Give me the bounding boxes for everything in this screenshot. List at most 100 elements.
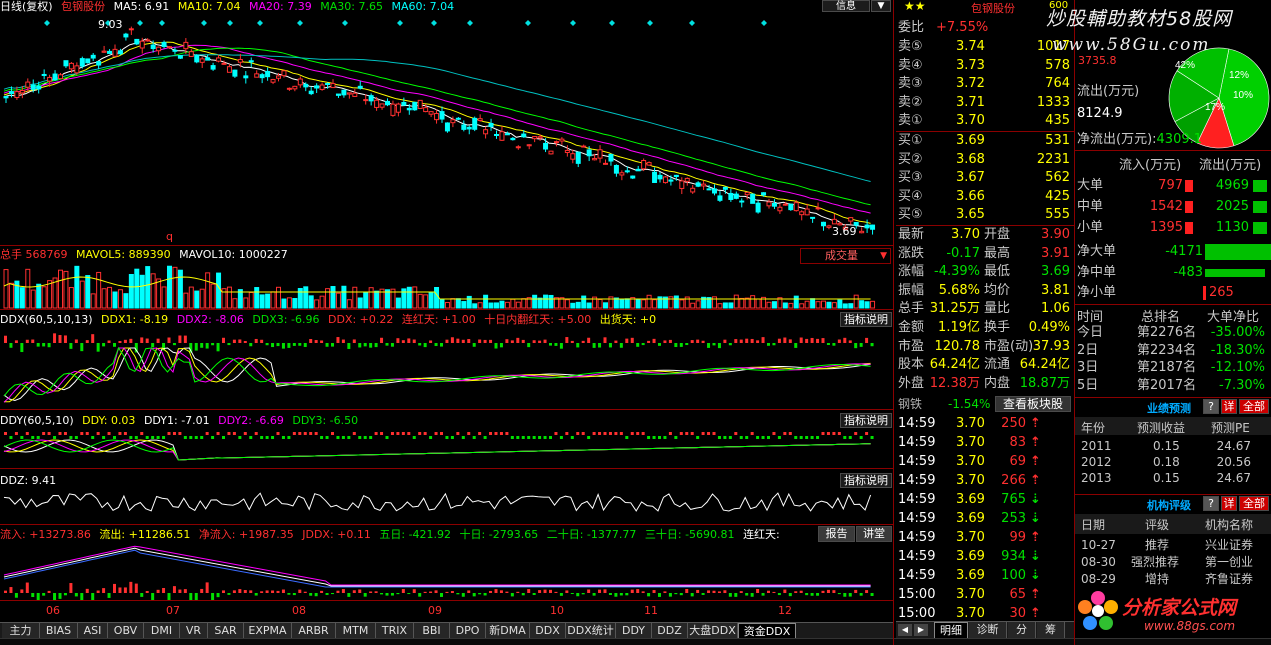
tab-11[interactable]: BBI bbox=[414, 623, 450, 639]
ddx-bar bbox=[31, 339, 35, 343]
buy-volume: 425 bbox=[1045, 188, 1070, 204]
ddy-bar bbox=[750, 432, 754, 435]
tab-chips[interactable]: 筹 bbox=[1037, 622, 1065, 638]
ddy-bar bbox=[156, 436, 160, 439]
ddy-bar bbox=[189, 436, 193, 439]
candle-body bbox=[36, 85, 42, 90]
tab-1[interactable]: BIAS bbox=[40, 623, 78, 639]
rating-help-label: ? bbox=[1208, 497, 1214, 510]
ddy-bar bbox=[859, 436, 863, 439]
volume-bar bbox=[205, 272, 211, 309]
ddx-bar bbox=[647, 340, 651, 343]
flow-bar bbox=[570, 593, 574, 595]
ddy-bar bbox=[788, 432, 792, 435]
ddx-bar bbox=[696, 339, 700, 343]
ddz-panel[interactable]: DDZ: 9.41 指标说明 bbox=[0, 469, 893, 524]
scroll-left-button[interactable]: ◀ bbox=[898, 624, 912, 636]
tab-3[interactable]: OBV bbox=[108, 623, 144, 639]
ddy-bar bbox=[810, 436, 814, 439]
tab-8[interactable]: ARBR bbox=[292, 623, 336, 639]
ddx-bar bbox=[450, 337, 454, 343]
ddx-bar bbox=[658, 343, 661, 346]
flow-bar bbox=[118, 587, 122, 593]
ddy-bar bbox=[222, 436, 225, 439]
forecast-detail-button[interactable]: 详 bbox=[1221, 399, 1237, 414]
tab-2[interactable]: ASI bbox=[78, 623, 108, 639]
candle-body bbox=[788, 203, 794, 211]
tab-13[interactable]: 新DMA bbox=[486, 623, 530, 639]
view-sector-button[interactable]: 查看板块股 bbox=[995, 396, 1071, 412]
rank-time: 2日 bbox=[1077, 342, 1099, 358]
scroll-right-button[interactable]: ▶ bbox=[914, 624, 928, 636]
forecast-all-button[interactable]: 全部 bbox=[1239, 399, 1269, 414]
tab-15[interactable]: DDX统计 bbox=[566, 623, 616, 639]
tab-5[interactable]: VR bbox=[180, 623, 208, 639]
tab-minute[interactable]: 分 bbox=[1008, 622, 1036, 638]
volume-bar bbox=[335, 292, 341, 309]
tab-19[interactable]: 资金DDX bbox=[738, 623, 796, 639]
ddx-bar bbox=[707, 343, 711, 348]
flow-bar bbox=[96, 590, 100, 593]
ddz-line bbox=[3, 492, 872, 512]
ma-line bbox=[3, 44, 871, 214]
quote-stock-name: 包钢股份 bbox=[971, 2, 1015, 15]
tab-detail[interactable]: 明细 bbox=[934, 622, 968, 638]
flow-panel[interactable]: 流入: +13273.86 流出: +11286.51 净流入: +1987.3… bbox=[0, 525, 893, 600]
flow-bar bbox=[341, 589, 345, 593]
volume-bar bbox=[406, 286, 412, 309]
tab-label: 资金DDX bbox=[743, 625, 791, 638]
tab-16[interactable]: DDY bbox=[616, 623, 652, 639]
tick-row: 14:59 3.69 765 ⇣ bbox=[896, 490, 1074, 509]
kline-panel[interactable]: 日线(复权) 包钢股份 MA5: 6.91 MA10: 7.04 MA20: 7… bbox=[0, 0, 893, 245]
ddy-bar bbox=[598, 432, 602, 435]
ddx-bar bbox=[325, 343, 329, 347]
volume-bar bbox=[139, 274, 145, 309]
ddx-bar bbox=[434, 343, 438, 347]
rating-detail-button[interactable]: 详 bbox=[1221, 496, 1237, 511]
tab-diagnose[interactable]: 诊断 bbox=[969, 622, 1007, 638]
ddx-bar bbox=[816, 338, 820, 343]
forecast-help-button[interactable]: ? bbox=[1203, 399, 1219, 414]
forecast-table: 年份 预测收益 预测PE 2011 0.15 24.67 2012 0.18 20.56 2… bbox=[1075, 417, 1271, 492]
ddy-bar bbox=[287, 436, 291, 439]
tab-6[interactable]: SAR bbox=[208, 623, 244, 639]
ddx-bar bbox=[80, 343, 84, 352]
ddy-bar bbox=[227, 432, 231, 435]
outflow-label: 流出(万元) bbox=[1077, 84, 1140, 99]
volume-panel[interactable]: 总手 568769 MAVOL5: 889390 MAVOL10: 100022… bbox=[0, 246, 893, 309]
tab-0[interactable]: 主力 bbox=[2, 623, 40, 639]
ddx-bar bbox=[756, 340, 760, 343]
tab-17[interactable]: DDZ bbox=[652, 623, 688, 639]
ddy-bar bbox=[118, 432, 122, 435]
ddy-bar bbox=[478, 432, 482, 435]
ddx-bar bbox=[178, 335, 182, 343]
rating-all-button[interactable]: 全部 bbox=[1239, 496, 1269, 511]
ddx-bar bbox=[870, 343, 874, 347]
net-row: 净小单 265 bbox=[1075, 283, 1271, 303]
flow-bar bbox=[690, 593, 694, 597]
ddx-panel[interactable]: DDX(60,5,10,13) DDX1: -8.19 DDX2: -8.06 … bbox=[0, 310, 893, 409]
tab-14[interactable]: DDX bbox=[530, 623, 566, 639]
volume-bar bbox=[145, 266, 151, 309]
flow-row-in: 1395 bbox=[1149, 220, 1183, 235]
candle-body bbox=[346, 92, 352, 95]
candle-body bbox=[488, 122, 494, 128]
tab-10[interactable]: TRIX bbox=[376, 623, 414, 639]
tab-18[interactable]: 大盘DDX bbox=[688, 623, 738, 639]
rating-help-button[interactable]: ? bbox=[1203, 496, 1219, 511]
scroll-down-button[interactable]: ▼ bbox=[871, 0, 891, 12]
ddy-bar bbox=[74, 436, 78, 439]
tab-7[interactable]: EXPMA bbox=[244, 623, 292, 639]
ddy-panel[interactable]: DDY(60,5,10) DDY: 0.03 DDY1: -7.01 DDY2:… bbox=[0, 410, 893, 468]
ddx-bar bbox=[407, 338, 411, 343]
tab-9[interactable]: MTM bbox=[336, 623, 376, 639]
tab-4[interactable]: DMI bbox=[144, 623, 180, 639]
candle-body bbox=[216, 57, 222, 62]
stat-row: 涨幅 -4.39% 最低 3.69 bbox=[896, 263, 1074, 281]
volume-bar bbox=[183, 292, 189, 309]
info-button[interactable]: 信息 bbox=[822, 0, 870, 12]
buy-price: 3.65 bbox=[956, 207, 985, 223]
arrow-down-icon: ⇣ bbox=[1030, 568, 1041, 583]
candle-body bbox=[19, 90, 25, 94]
tab-12[interactable]: DPO bbox=[450, 623, 486, 639]
